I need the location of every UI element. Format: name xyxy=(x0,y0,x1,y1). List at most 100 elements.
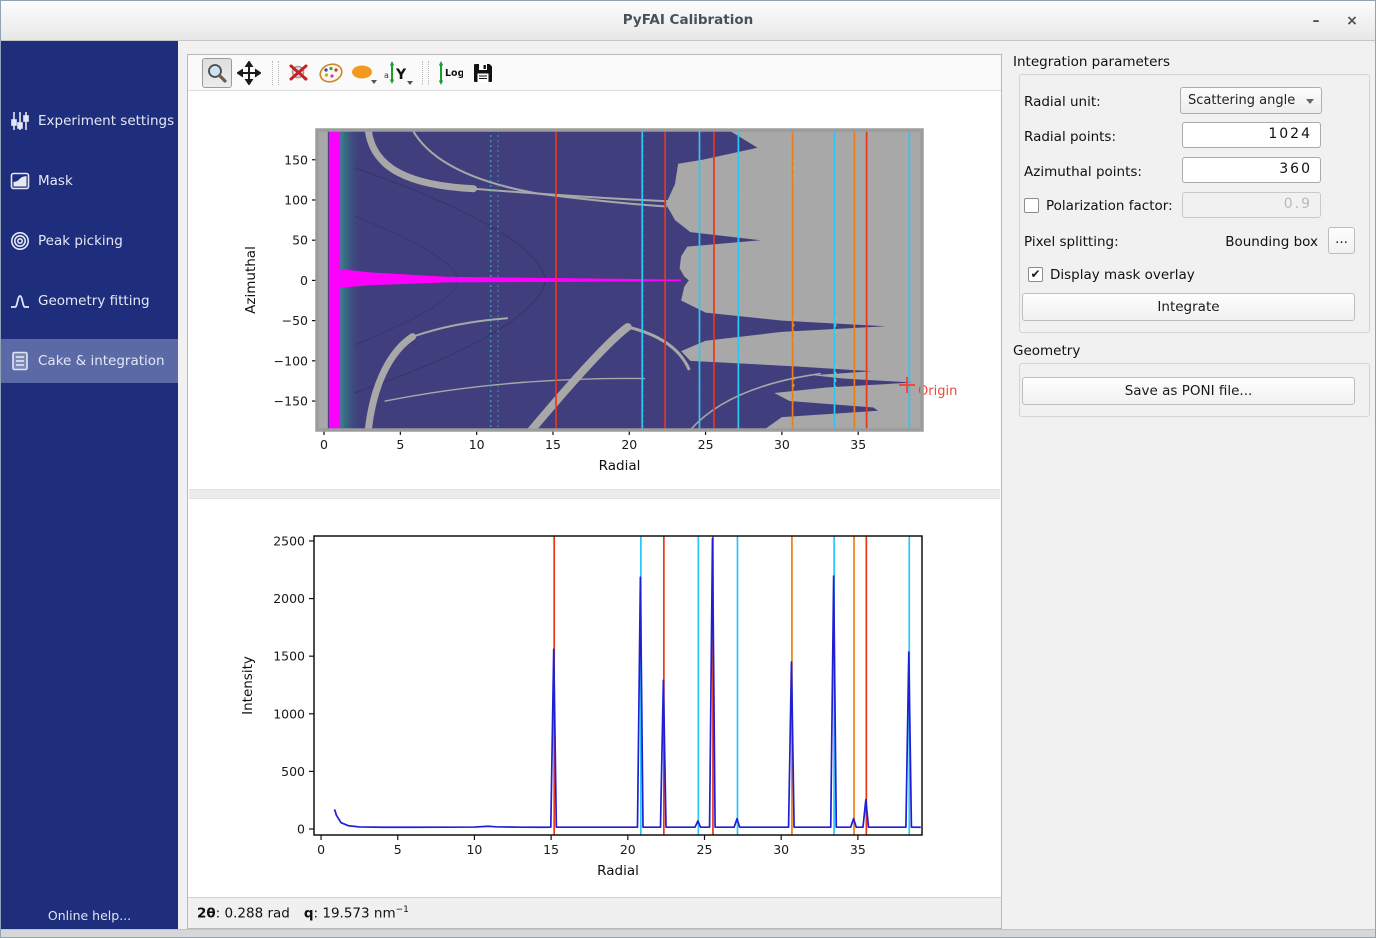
chevron-down-icon xyxy=(407,81,413,85)
radial-points-label: Radial points: xyxy=(1024,129,1116,145)
x-tick-label: 5 xyxy=(394,842,402,857)
save-figure-button[interactable] xyxy=(468,58,498,88)
window-title: PyFAI Calibration xyxy=(1,12,1375,28)
colormap-button[interactable] xyxy=(316,58,346,88)
radial-unit-label: Radial unit: xyxy=(1024,94,1101,110)
y-axis-label: Azimuthal xyxy=(243,246,259,314)
x-tick-label: 10 xyxy=(466,842,482,857)
x-tick-label: 35 xyxy=(850,842,866,857)
sidebar-item-label: Cake & integration xyxy=(38,353,165,369)
y-axis-icon: a Y xyxy=(383,60,413,86)
origin-label: Origin xyxy=(918,384,957,399)
y-tick-label: 500 xyxy=(281,764,305,779)
intensity-plot[interactable]: 0510152025303505001000150020002500Radial… xyxy=(217,516,1001,894)
azimuthal-points-label: Azimuthal points: xyxy=(1024,164,1142,180)
ellipse-icon xyxy=(350,61,378,85)
plot-toolbar: a Y Log xyxy=(188,55,1001,91)
options-panel: Integration parameters Radial unit: Scat… xyxy=(1011,41,1371,931)
mask-tool-button[interactable] xyxy=(348,58,380,88)
tth-value: : 0.288 rad xyxy=(216,906,290,922)
log-arrow-icon: Log xyxy=(435,60,463,86)
zoom-tool-button[interactable] xyxy=(202,58,232,88)
x-axis-label: Radial xyxy=(597,863,639,879)
check-icon: ✔ xyxy=(1030,267,1040,281)
geometry-title: Geometry xyxy=(1013,343,1080,359)
x-tick-label: 35 xyxy=(850,437,866,452)
close-button[interactable]: × xyxy=(1339,9,1365,33)
svg-text:Log: Log xyxy=(445,68,463,79)
palette-icon xyxy=(318,61,344,85)
geometry-group: Save as PONI file... xyxy=(1019,363,1370,417)
svg-text:Y: Y xyxy=(395,67,407,83)
plot-panel: a Y Log xyxy=(187,54,1002,929)
x-axis-label: Radial xyxy=(599,458,641,474)
minimize-button[interactable]: – xyxy=(1303,9,1329,33)
toolbar-separator xyxy=(272,61,279,85)
plot-separator xyxy=(189,489,1000,499)
pixel-splitting-value: Bounding box xyxy=(1170,234,1318,250)
sidebar-item-label: Geometry fitting xyxy=(38,293,150,309)
radial-points-input[interactable]: 1024 xyxy=(1182,122,1321,148)
log-scale-button[interactable]: Log xyxy=(434,58,464,88)
y-tick-label: 2500 xyxy=(273,533,305,548)
integration-parameters-title: Integration parameters xyxy=(1013,54,1170,70)
cake-plot[interactable]: Origin05101520253035−150−100−50050100150… xyxy=(217,110,1001,488)
y-tick-label: 100 xyxy=(284,192,308,207)
q-label: q xyxy=(304,906,314,922)
cake-list-icon xyxy=(10,351,30,371)
azimuthal-points-input[interactable]: 360 xyxy=(1182,157,1321,183)
pan-arrows-icon xyxy=(237,61,261,85)
y-tick-label: 0 xyxy=(297,822,305,837)
x-tick-label: 0 xyxy=(320,437,328,452)
x-tick-label: 0 xyxy=(317,842,325,857)
x-tick-label: 25 xyxy=(698,437,714,452)
sidebar-item-peak-picking[interactable]: Peak picking xyxy=(1,219,178,263)
y-tick-label: 1000 xyxy=(273,706,305,721)
save-icon xyxy=(471,61,495,85)
x-tick-label: 10 xyxy=(469,437,485,452)
mask-overlay-checkbox[interactable]: ✔ xyxy=(1028,267,1043,282)
y-axis-label: Intensity xyxy=(240,656,256,715)
mask-overlay-label: Display mask overlay xyxy=(1050,267,1195,283)
radial-unit-value: Scattering angle 2 xyxy=(1188,93,1299,108)
sliders-icon xyxy=(10,111,30,131)
save-poni-button[interactable]: Save as PONI file... xyxy=(1022,377,1355,405)
window-bottom-edge xyxy=(1,929,1375,937)
sidebar-item-experiment-settings[interactable]: Experiment settings xyxy=(1,99,178,143)
pan-tool-button[interactable] xyxy=(234,58,264,88)
x-tick-label: 25 xyxy=(697,842,713,857)
integrate-button[interactable]: Integrate xyxy=(1022,293,1355,321)
integration-parameters-group: Radial unit: Scattering angle 2 Radial p… xyxy=(1019,74,1370,333)
sidebar-item-mask[interactable]: Mask xyxy=(1,159,178,203)
polarization-label: Polarization factor: xyxy=(1046,198,1173,214)
tth-label: 2θ xyxy=(197,906,216,922)
x-tick-label: 20 xyxy=(621,437,637,452)
sidebar-item-label: Peak picking xyxy=(38,233,123,249)
polarization-checkbox[interactable] xyxy=(1024,198,1039,213)
pixel-splitting-label: Pixel splitting: xyxy=(1024,234,1119,250)
y-autoscale-button[interactable]: a Y xyxy=(382,58,414,88)
y-tick-label: 50 xyxy=(292,233,308,248)
y-tick-label: 2000 xyxy=(273,591,305,606)
polarization-input: 0.9 xyxy=(1182,192,1321,218)
zoom-reset-icon xyxy=(287,61,311,85)
q-value: : 19.573 nm xyxy=(314,906,396,922)
y-tick-label: 0 xyxy=(300,273,308,288)
y-tick-label: −100 xyxy=(274,353,308,368)
sidebar-item-cake-integration[interactable]: Cake & integration xyxy=(1,339,178,383)
pixel-splitting-more-button[interactable]: ... xyxy=(1328,227,1355,254)
chevron-down-icon xyxy=(371,80,377,84)
sidebar-item-geometry-fitting[interactable]: Geometry fitting xyxy=(1,279,178,323)
x-tick-label: 20 xyxy=(620,842,636,857)
y-tick-label: 150 xyxy=(284,152,308,167)
radial-unit-select[interactable]: Scattering angle 2 xyxy=(1180,87,1322,114)
y-tick-label: 1500 xyxy=(273,649,305,664)
target-icon xyxy=(10,231,30,251)
x-tick-label: 15 xyxy=(543,842,559,857)
sidebar-item-label: Mask xyxy=(38,173,73,189)
x-tick-label: 30 xyxy=(774,437,790,452)
y-tick-label: −150 xyxy=(274,394,308,409)
status-bar: 2θ: 0.288 radq: 19.573 nm−1 xyxy=(188,897,1001,928)
reset-zoom-button[interactable] xyxy=(284,58,314,88)
online-help-link[interactable]: Online help... xyxy=(1,908,178,923)
